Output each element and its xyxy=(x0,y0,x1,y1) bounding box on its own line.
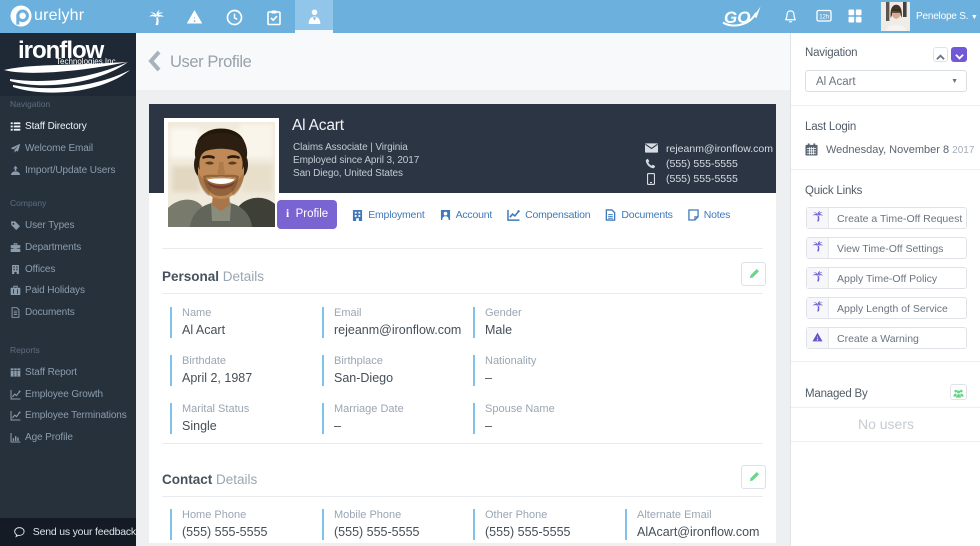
svg-text:12h: 12h xyxy=(819,15,829,21)
